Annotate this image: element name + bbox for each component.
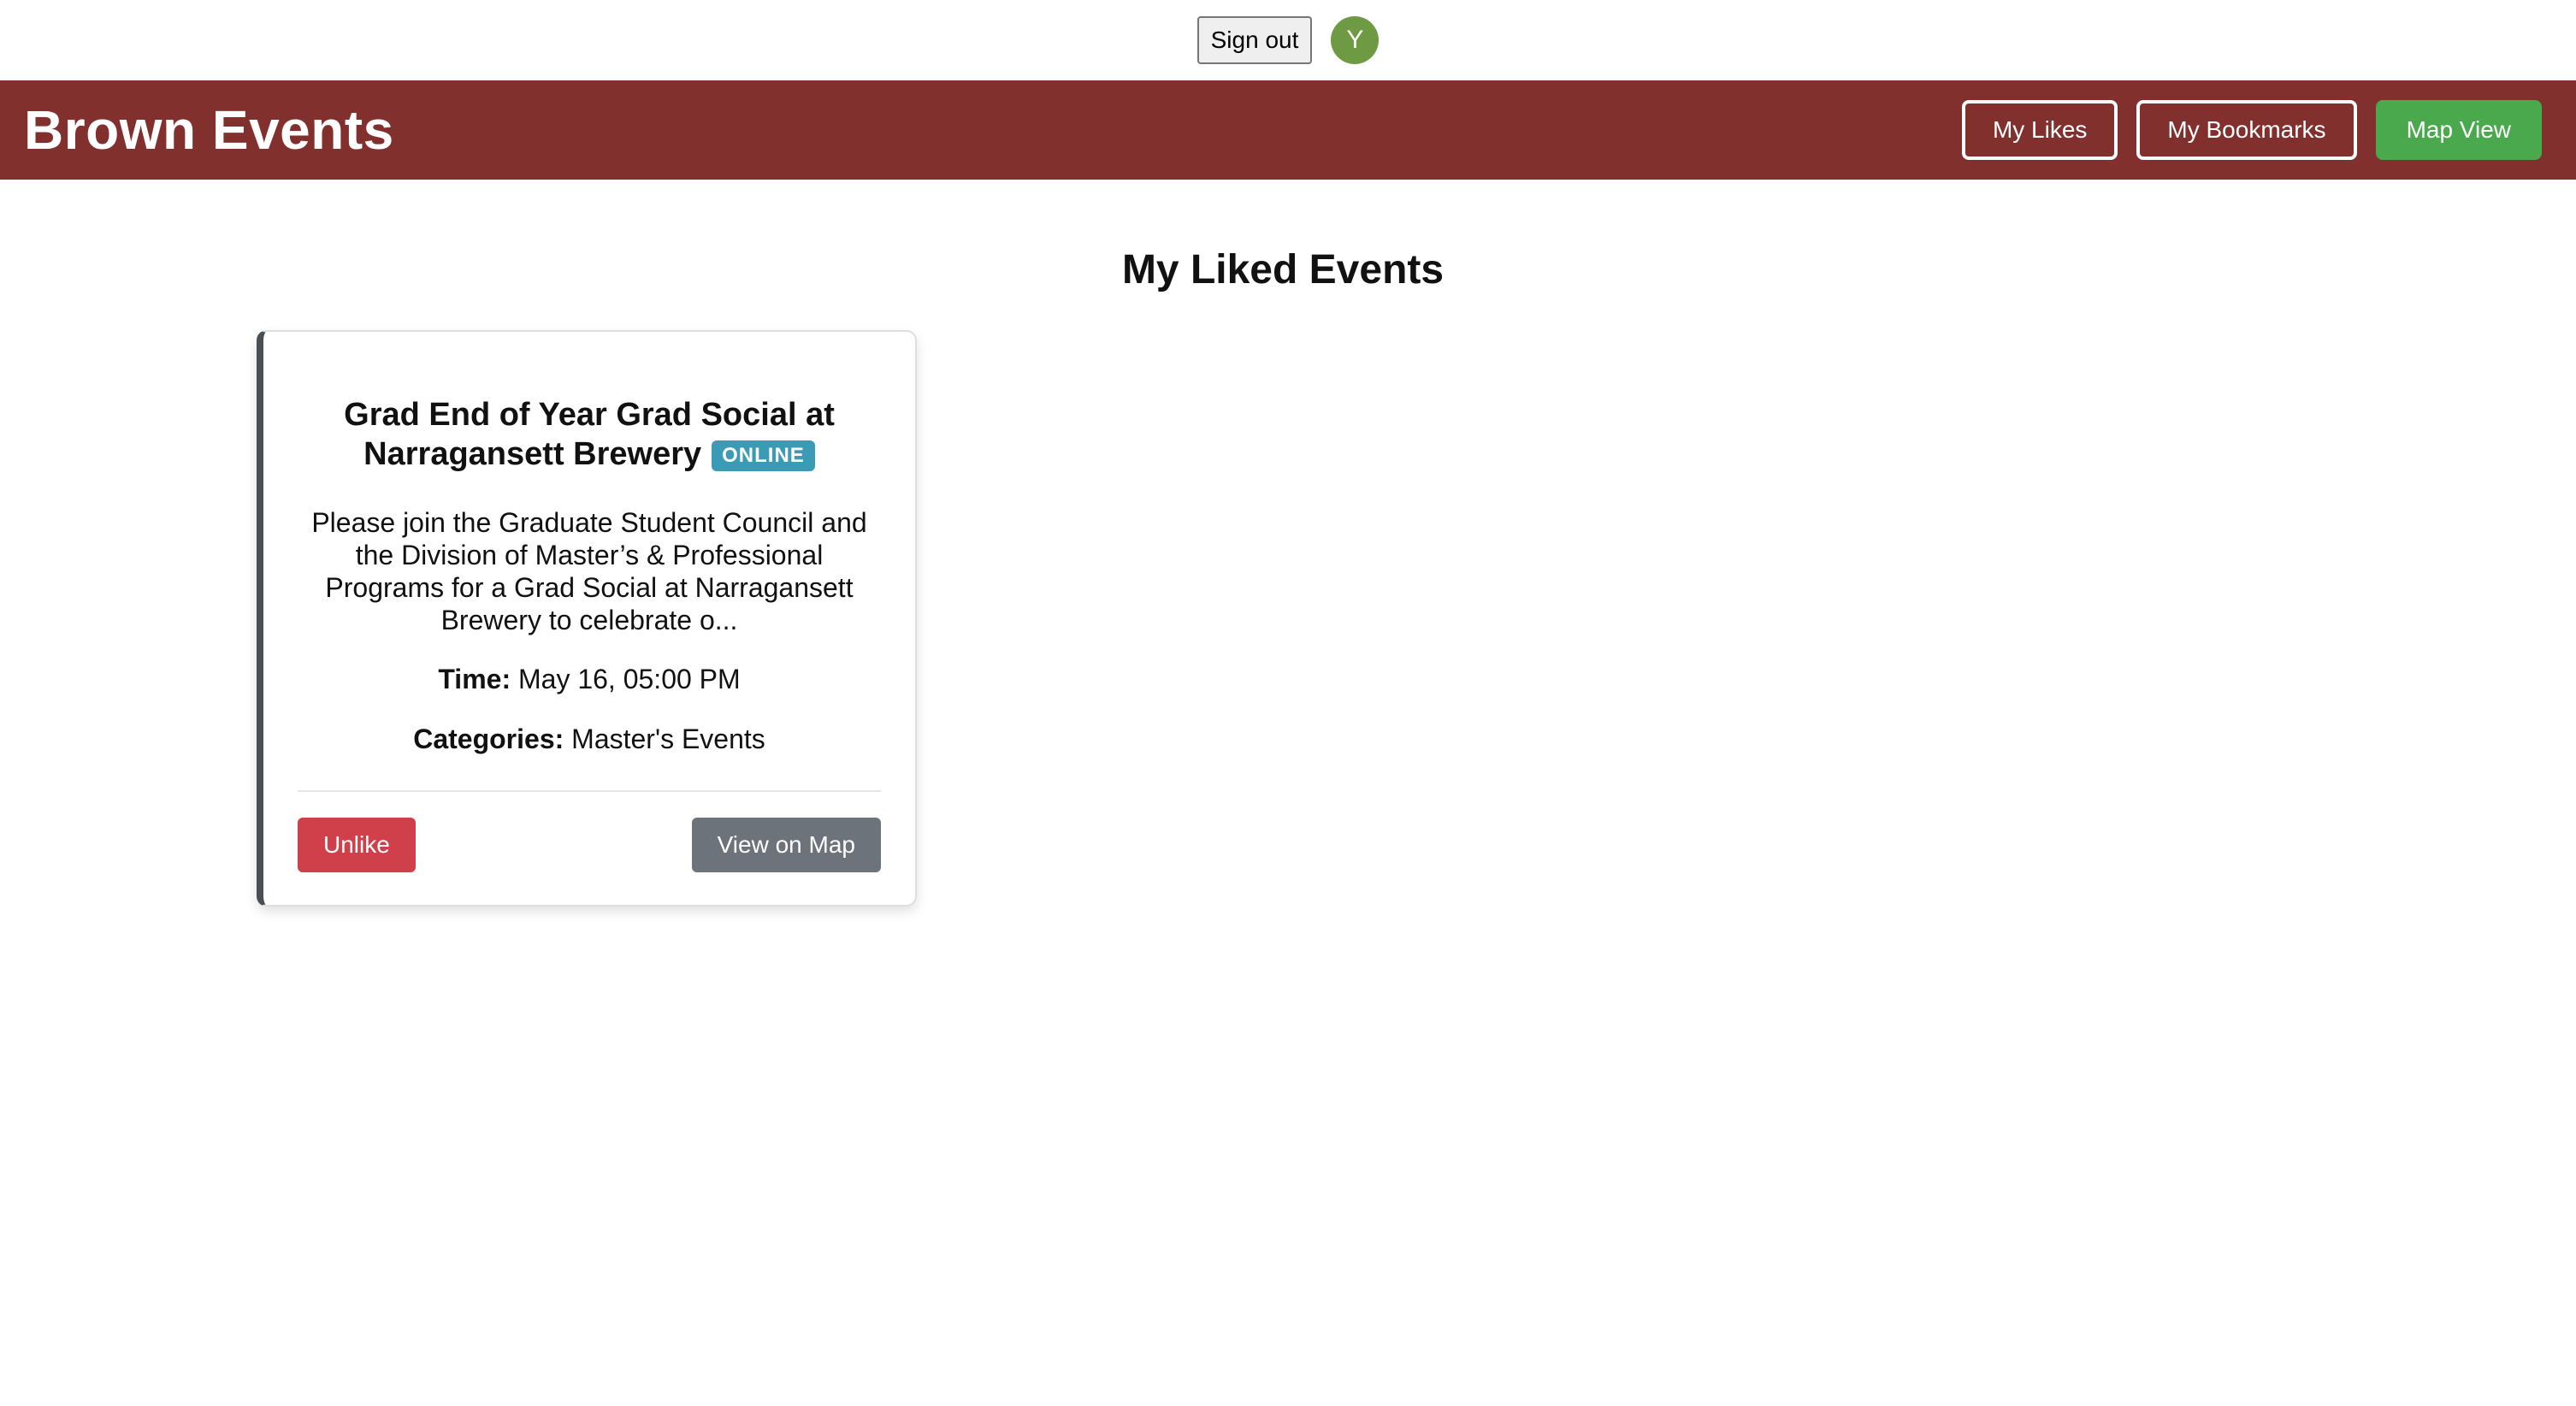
event-time: Time: May 16, 05:00 PM <box>298 662 881 696</box>
event-categories-value: Master's Events <box>571 724 765 754</box>
my-likes-button[interactable]: My Likes <box>1961 100 2118 160</box>
card-divider <box>298 790 881 792</box>
page-title: My Liked Events <box>1121 247 1445 292</box>
my-bookmarks-button[interactable]: My Bookmarks <box>2136 100 2357 160</box>
avatar[interactable]: Y <box>1331 16 1380 64</box>
event-time-label: Time: <box>438 664 511 694</box>
event-title: Grad End of Year Grad Social at Narragan… <box>298 395 881 474</box>
online-badge: ONLINE <box>712 440 815 471</box>
event-time-value: May 16, 05:00 PM <box>517 664 741 694</box>
event-description: Please join the Graduate Student Council… <box>311 507 867 635</box>
event-card: Grad End of Year Grad Social at Narragan… <box>257 330 917 907</box>
brand-title: Brown Events <box>24 99 394 161</box>
event-categories-label: Categories: <box>413 724 564 754</box>
card-actions: Unlike View on Map <box>298 818 881 872</box>
auth-bar: Sign out Y <box>0 0 2576 80</box>
header-nav: My Likes My Bookmarks Map View <box>1961 100 2542 160</box>
map-view-button[interactable]: Map View <box>2375 100 2542 160</box>
view-on-map-button[interactable]: View on Map <box>691 818 881 872</box>
sign-out-button[interactable]: Sign out <box>1196 16 1313 64</box>
event-categories: Categories: Master's Events <box>298 722 881 756</box>
unlike-button[interactable]: Unlike <box>298 818 416 872</box>
app-header: Brown Events My Likes My Bookmarks Map V… <box>0 80 2576 180</box>
